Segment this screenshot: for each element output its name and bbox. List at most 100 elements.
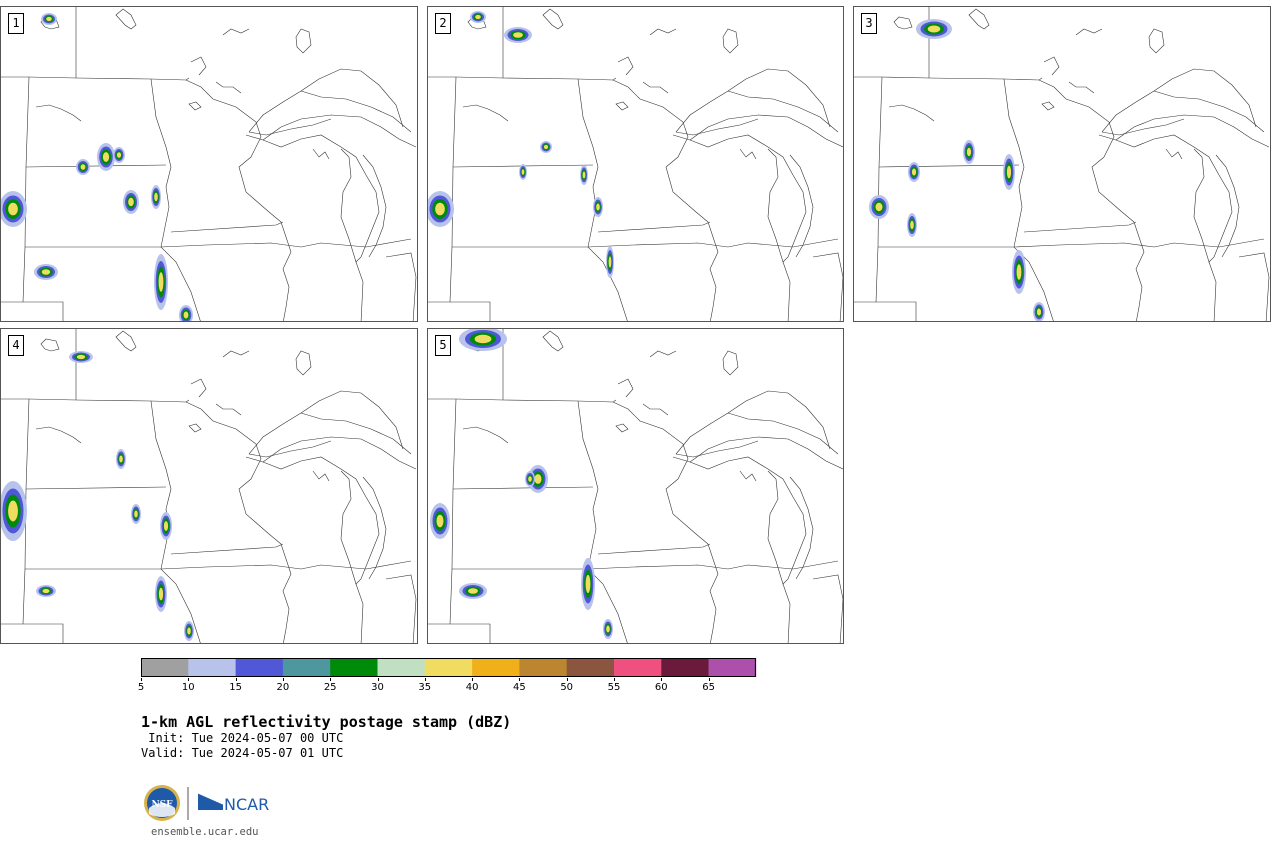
map-panel-2: 2 [427, 6, 844, 322]
reflectivity-cell [435, 202, 445, 216]
reflectivity-cell [513, 32, 523, 38]
reflectivity-cell [1036, 308, 1042, 316]
basemap-outlines [428, 7, 843, 321]
panel-label: 2 [435, 13, 451, 34]
reflectivity-cell [8, 500, 18, 522]
reflectivity-cell [41, 269, 51, 275]
colorbar-tick-label: 65 [702, 682, 715, 693]
colorbar-tick-mark [472, 678, 474, 681]
colorbar-tick-mark [141, 678, 142, 681]
colorbar-bin [614, 658, 662, 677]
reflectivity-cell [475, 14, 481, 20]
colorbar-bin [661, 658, 709, 677]
panel-label: 1 [8, 13, 24, 34]
basemap-4 [1, 329, 417, 643]
colorbar-ticks: 5 10 15 20 25 30 35 40 45 50 55 60 65 [137, 678, 761, 694]
reflectivity-cell [134, 510, 138, 518]
colorbar-bin [330, 658, 378, 677]
colorbar-tick-mark [614, 678, 615, 681]
reflectivity-cell [468, 588, 478, 594]
colorbar-tick-label: 5 [137, 682, 145, 693]
basemap-3 [854, 7, 1270, 321]
reflectivity-cell [582, 171, 586, 179]
colorbar-tick-label: 50 [560, 682, 574, 693]
colorbar-tick-mark [235, 678, 237, 681]
reflectivity-cell [183, 311, 189, 319]
reflectivity-cell [116, 152, 122, 158]
reflectivity-cell [608, 256, 612, 268]
panel-label: 3 [861, 13, 877, 34]
colorbar-bin [188, 658, 236, 677]
reflectivity-cell [966, 147, 972, 157]
colorbar-bin [566, 658, 615, 677]
reflectivity-cell [910, 220, 914, 230]
map-panel-3: 3 [853, 6, 1271, 322]
reflectivity-cell [8, 202, 18, 216]
reflectivity-cell [163, 521, 169, 531]
colorbar-tick-label: 35 [418, 682, 432, 693]
colorbar-tick-mark [377, 678, 379, 681]
colorbar-tick-label: 30 [371, 682, 384, 693]
reflectivity-cell [585, 574, 591, 594]
map-panel-4: 4 [0, 328, 418, 644]
basemap-5 [428, 329, 843, 643]
reflectivity-cell [521, 169, 525, 175]
reflectivity-cell [875, 202, 883, 212]
basemap-outlines [1, 7, 417, 321]
map-panel-5: 5 [427, 328, 844, 644]
reflectivity-cell [102, 152, 110, 162]
colorbar-tick-mark [519, 678, 521, 681]
colorbar-tick-label: 45 [513, 682, 526, 693]
colorbar-tick-label: 15 [229, 682, 242, 693]
colorbar-tick-mark [282, 678, 284, 681]
reflectivity-cell [128, 197, 134, 207]
valid-time: Valid: Tue 2024-05-07 01 UTC [141, 746, 344, 760]
reflectivity-cell [436, 514, 444, 528]
reflectivity-cell [911, 168, 917, 176]
colorbar-bin [519, 658, 567, 677]
basemap-outlines [1, 329, 417, 643]
colorbar-tick-mark [566, 678, 568, 681]
reflectivity-cell [154, 192, 158, 202]
init-time: Init: Tue 2024-05-07 00 UTC [141, 731, 344, 745]
colorbar-tick-mark [424, 678, 426, 681]
ncar-logo: NCAR [197, 792, 269, 814]
reflectivity-cell [158, 587, 164, 601]
reflectivity-cell [596, 203, 600, 211]
colorbar-tick-mark [708, 678, 710, 681]
colorbar-tick-label: 10 [181, 682, 195, 693]
colorbar-tick-mark [661, 678, 663, 681]
colorbar-bin [377, 658, 426, 677]
reflectivity-cell [158, 272, 164, 292]
colorbar-bin [141, 658, 189, 677]
basemap-outlines [428, 329, 843, 643]
nsf-logo: NSF [144, 785, 180, 821]
reflectivity-colorbar [141, 658, 757, 677]
colorbar-tick-label: 55 [607, 682, 621, 693]
colorbar-bin [424, 658, 473, 677]
colorbar-tick-mark [188, 678, 190, 681]
colorbar-bin [472, 658, 520, 677]
panel-label: 5 [435, 335, 451, 356]
reflectivity-cell [187, 627, 191, 635]
colorbar-bin [708, 658, 757, 677]
colorbar-tick-label: 25 [323, 682, 337, 693]
colorbar-bin [235, 658, 284, 677]
panel-label: 4 [8, 335, 24, 356]
colorbar-tick-label: 40 [465, 682, 479, 693]
svg-text:NCAR: NCAR [224, 795, 269, 814]
reflectivity-cell [80, 164, 86, 170]
reflectivity-cell [1006, 165, 1012, 179]
website-link[interactable]: ensemble.ucar.edu [151, 826, 258, 838]
reflectivity-cell [528, 476, 532, 482]
basemap-2 [428, 7, 843, 321]
reflectivity-cell [1016, 264, 1022, 280]
colorbar-tick-label: 20 [276, 682, 290, 693]
reflectivity-cell [474, 334, 492, 344]
reflectivity-cell [543, 144, 549, 150]
colorbar-bin [282, 658, 331, 677]
map-panel-1: 1 [0, 6, 418, 322]
reflectivity-cell [42, 588, 50, 594]
reflectivity-cell [76, 354, 86, 360]
basemap-1 [1, 7, 417, 321]
